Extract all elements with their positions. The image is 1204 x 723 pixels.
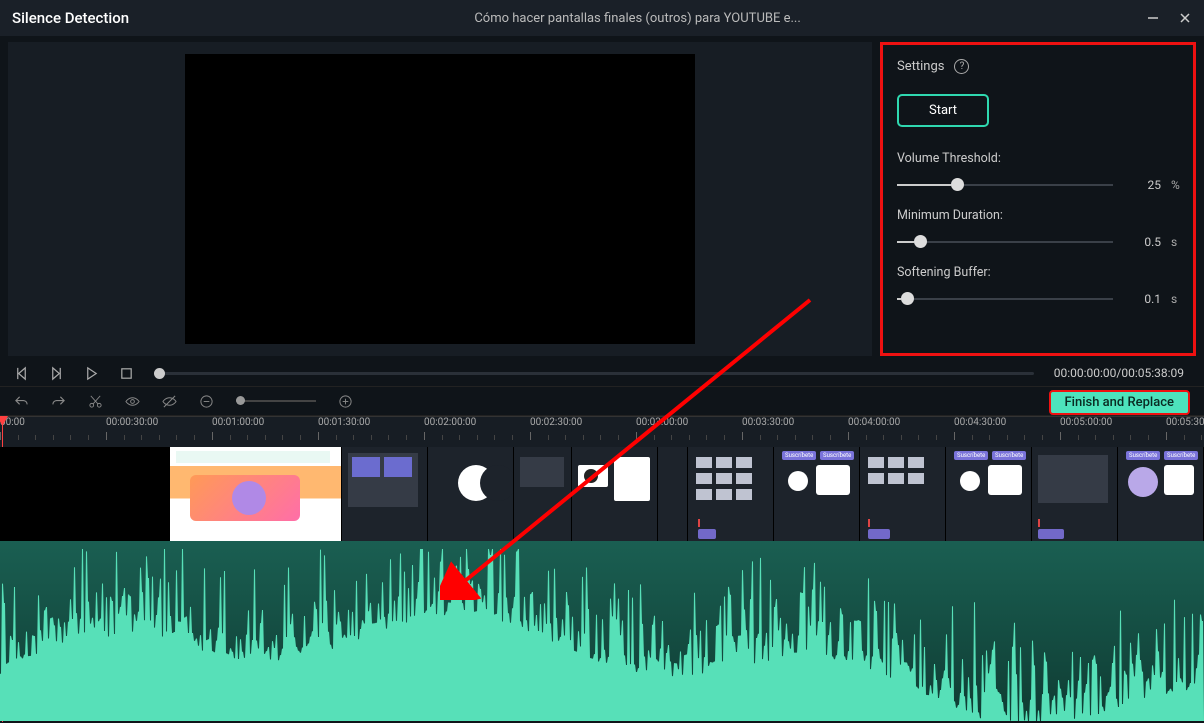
thumbnail[interactable]: SuscríbeteSuscríbete [946, 447, 1032, 541]
zoom-in-icon[interactable] [338, 394, 353, 409]
start-button[interactable]: Start [897, 94, 989, 127]
prev-frame-button[interactable] [14, 366, 29, 381]
video-preview [8, 42, 872, 356]
minimum-duration-slider[interactable] [897, 235, 1113, 249]
stop-button[interactable] [119, 366, 134, 381]
thumbnail[interactable] [342, 447, 428, 541]
thumbnail-track[interactable]: SuscríbeteSuscríbete SuscríbeteSuscríbet… [0, 447, 1204, 541]
ruler-tick: 00:05:30:00 [1166, 417, 1204, 428]
zoom-slider[interactable] [236, 400, 316, 402]
finish-replace-button[interactable]: Finish and Replace [1049, 390, 1191, 415]
minimum-duration-label: Minimum Duration: [897, 208, 1185, 223]
preview-frame [185, 54, 695, 344]
timeline-toolbar: Finish and Replace [0, 386, 1204, 416]
ruler-tick: 00:01:30:00 [318, 417, 370, 428]
volume-threshold-label: Volume Threshold: [897, 151, 1185, 166]
volume-threshold-unit: % [1171, 178, 1185, 192]
window-title: Silence Detection [12, 9, 129, 27]
volume-threshold-slider[interactable] [897, 178, 1113, 192]
ruler-tick: 00:04:30:00 [954, 417, 1006, 428]
transport-bar: 00:00:00:00/00:05:38:09 [0, 360, 1204, 386]
thumbnail[interactable] [1032, 447, 1118, 541]
ruler-tick: 00:03:00:00 [636, 417, 688, 428]
play-button[interactable] [84, 366, 99, 381]
settings-panel: Settings ? Start Volume Threshold: 25 % … [880, 42, 1196, 356]
cut-icon[interactable] [88, 394, 103, 409]
softening-buffer-label: Softening Buffer: [897, 265, 1185, 280]
thumbnail[interactable] [688, 447, 774, 541]
document-title: Cómo hacer pantallas finales (outros) pa… [129, 11, 1146, 26]
ruler-tick: 00:04:00:00 [848, 417, 900, 428]
time-ruler[interactable]: 00:0000:00:30:0000:01:00:0000:01:30:0000… [0, 417, 1204, 447]
thumbnail[interactable]: SuscríbeteSuscríbete [774, 447, 860, 541]
undo-icon[interactable] [14, 394, 29, 409]
minimize-button[interactable] [1146, 11, 1160, 25]
thumbnail[interactable] [514, 447, 572, 541]
next-frame-button[interactable] [49, 366, 64, 381]
help-icon[interactable]: ? [954, 59, 969, 74]
thumbnail[interactable] [860, 447, 946, 541]
eye-icon[interactable] [125, 394, 140, 409]
timeline[interactable]: 00:0000:00:30:0000:01:00:0000:01:30:0000… [0, 416, 1204, 722]
thumbnail[interactable]: SuscríbeteSuscríbete [1118, 447, 1204, 541]
minimum-duration-value[interactable]: 0.5 [1123, 235, 1161, 249]
ruler-tick: 00:01:00:00 [212, 417, 264, 428]
thumbnail[interactable] [572, 447, 658, 541]
close-button[interactable] [1178, 11, 1192, 25]
waveform-track[interactable] [0, 541, 1204, 721]
ruler-tick: 00:05:00:00 [1060, 417, 1112, 428]
softening-buffer-value[interactable]: 0.1 [1123, 292, 1161, 306]
ruler-tick: 00:02:30:00 [530, 417, 582, 428]
eye-off-icon[interactable] [162, 394, 177, 409]
softening-buffer-slider[interactable] [897, 292, 1113, 306]
thumbnail[interactable] [428, 447, 514, 541]
thumbnail[interactable] [0, 447, 170, 541]
ruler-tick: 00:00:30:00 [106, 417, 158, 428]
softening-buffer-unit: s [1171, 292, 1185, 306]
redo-icon[interactable] [51, 394, 66, 409]
ruler-tick: 00:03:30:00 [742, 417, 794, 428]
titlebar: Silence Detection Cómo hacer pantallas f… [0, 0, 1204, 36]
thumbnail[interactable] [658, 447, 688, 541]
ruler-tick: 00:02:00:00 [424, 417, 476, 428]
scrub-bar[interactable] [154, 372, 1034, 375]
minimum-duration-unit: s [1171, 235, 1185, 249]
thumbnail[interactable] [170, 447, 342, 541]
zoom-out-icon[interactable] [199, 394, 214, 409]
volume-threshold-value[interactable]: 25 [1123, 178, 1161, 192]
timecode-display: 00:00:00:00/00:05:38:09 [1054, 366, 1190, 380]
settings-header: Settings [897, 59, 944, 74]
